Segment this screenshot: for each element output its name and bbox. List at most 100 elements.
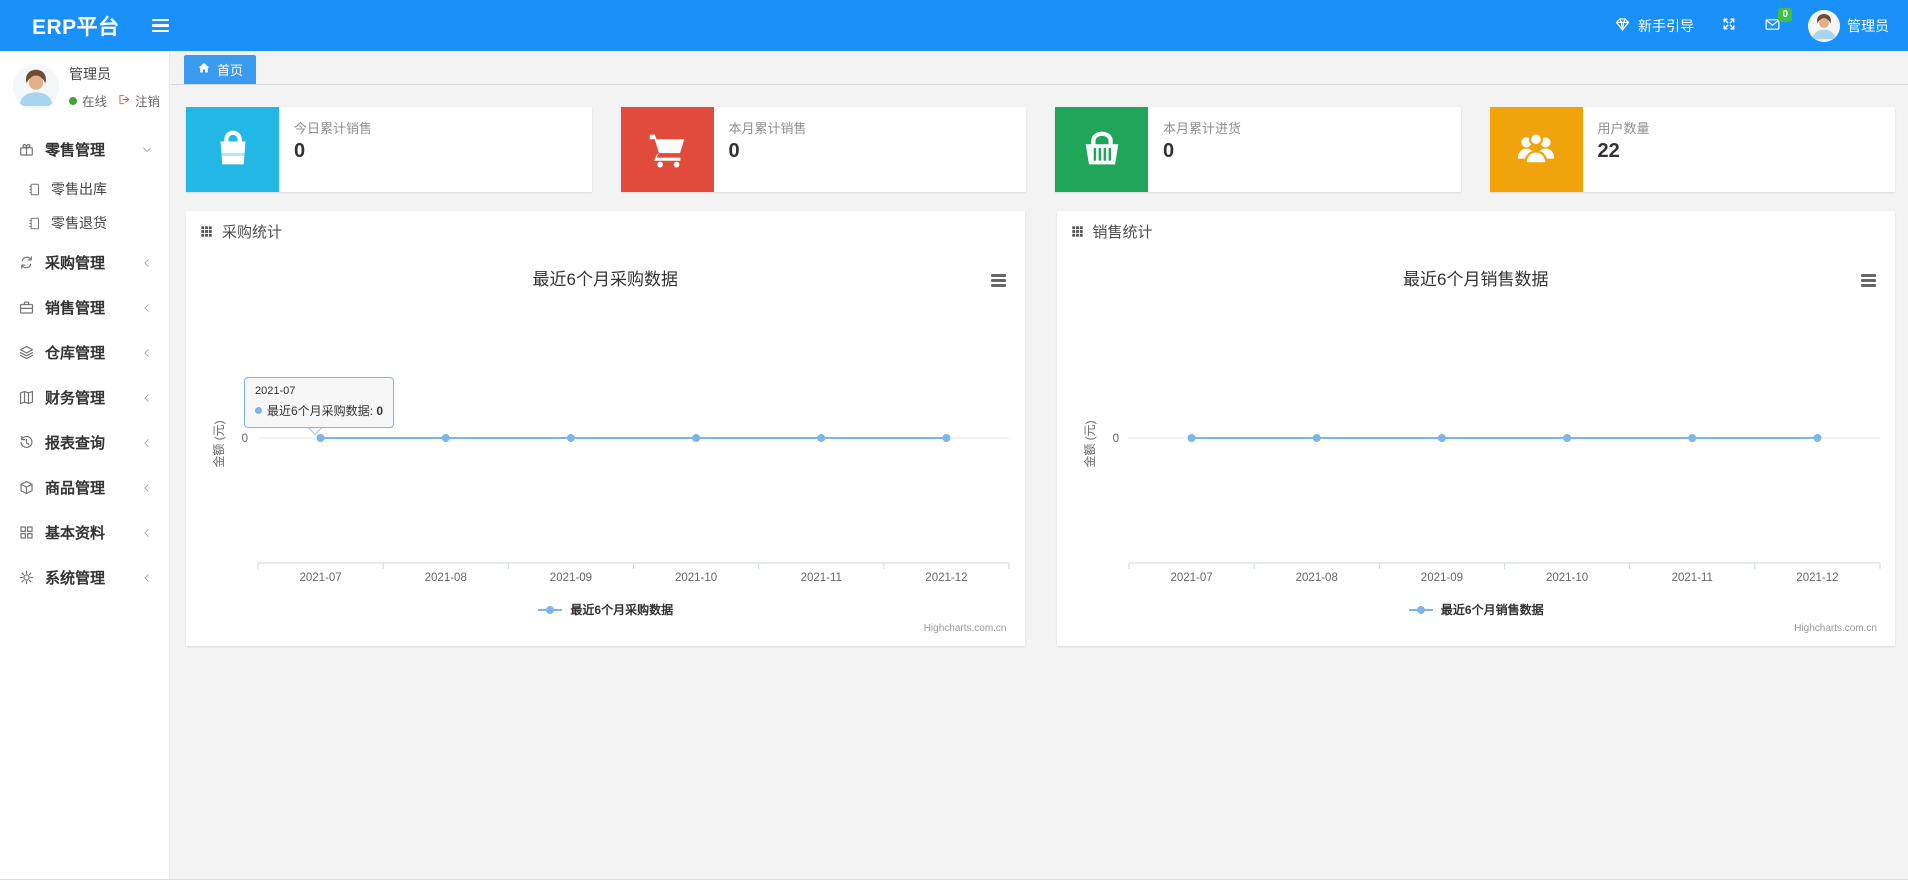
sidebar-item-label: 采购管理 bbox=[45, 255, 106, 272]
svg-text:2021-11: 2021-11 bbox=[801, 572, 842, 584]
sidebar-item-label: 财务管理 bbox=[45, 390, 106, 407]
users-icon bbox=[1517, 131, 1555, 165]
stat-card-title: 本月累计进货 bbox=[1163, 121, 1242, 136]
sidebar-item-reports[interactable]: 报表查询 bbox=[0, 420, 169, 465]
svg-text:2021-12: 2021-12 bbox=[925, 572, 967, 584]
tab-bar: 首页 bbox=[171, 51, 1908, 85]
sidebar-item-purchase[interactable]: 采购管理 bbox=[0, 240, 169, 285]
sidebar-item-system[interactable]: 系统管理 bbox=[0, 555, 169, 600]
gem-icon bbox=[1614, 16, 1631, 36]
stat-card-value: 0 bbox=[728, 140, 740, 162]
sidebar-item-label: 仓库管理 bbox=[45, 345, 106, 362]
chevron-left-icon bbox=[144, 348, 149, 357]
sidebar-item-label: 零售管理 bbox=[45, 142, 106, 159]
stat-card-value: 0 bbox=[1163, 140, 1175, 162]
logout-link[interactable]: 注销 bbox=[118, 91, 160, 110]
stat-card-month-sales: 本月累计销售 0 bbox=[620, 107, 1026, 192]
avatar-icon bbox=[13, 64, 59, 110]
guide-link[interactable]: 新手引导 bbox=[1614, 16, 1694, 36]
chart-title: 最近6个月销售数据 bbox=[1403, 270, 1549, 289]
svg-text:2021-11: 2021-11 bbox=[1671, 572, 1712, 584]
chevron-left-icon bbox=[144, 303, 149, 312]
notebook-icon bbox=[29, 183, 40, 195]
gift-icon bbox=[20, 143, 33, 156]
purchase-chart[interactable]: 最近6个月采购数据 0 金额 (元) 2021-07 2021-08 2021-09 202… bbox=[186, 251, 1025, 646]
stat-card-icon-box bbox=[1489, 107, 1583, 192]
sign-out-icon bbox=[119, 94, 130, 104]
stat-card-value: 22 bbox=[1597, 140, 1620, 162]
panel-title: 采购统计 bbox=[222, 223, 283, 241]
chevron-left-icon bbox=[144, 573, 149, 582]
grid-icon bbox=[20, 526, 33, 539]
legend-label: 最近6个月销售数据 bbox=[1440, 603, 1544, 617]
sidebar-item-sales[interactable]: 销售管理 bbox=[0, 285, 169, 330]
svg-text:2021-12: 2021-12 bbox=[1796, 572, 1838, 584]
chart-context-menu-button[interactable] bbox=[988, 271, 1009, 290]
chart-legend-item[interactable]: 最近6个月采购数据 bbox=[186, 601, 1025, 618]
sales-chart[interactable]: 最近6个月销售数据 0 金额 (元) 2021-07 2021-08 2021-09 202… bbox=[1057, 251, 1896, 646]
sales-stats-panel: 销售统计最近6个月销售数据 0 金额 (元) 2021-07 2021-08 2021-0… bbox=[1056, 211, 1896, 646]
chart-plot-area[interactable]: 0 金额 (元) 2021-07 2021-08 2021-09 2021-10 2021-… bbox=[186, 251, 1025, 646]
user-name: 管理员 bbox=[1847, 17, 1889, 34]
tooltip-series-label: 最近6个月采购数据 bbox=[267, 404, 370, 418]
sidebar-subitem-label: 零售出库 bbox=[51, 181, 107, 197]
sidebar-item-basic[interactable]: 基本资料 bbox=[0, 510, 169, 555]
highcharts-credits[interactable]: Highcharts.com.cn bbox=[924, 623, 1007, 634]
sidebar-item-goods[interactable]: 商品管理 bbox=[0, 465, 169, 510]
repeat-icon bbox=[21, 256, 32, 269]
tab-home[interactable]: 首页 bbox=[184, 55, 257, 84]
stat-card-title: 今日累计销售 bbox=[294, 121, 373, 136]
gear-icon bbox=[19, 570, 34, 585]
highcharts-credits[interactable]: Highcharts.com.cn bbox=[1794, 623, 1877, 634]
chart-panels-row: 采购统计 最近6个月采购数据 0 金额 (元) 2021-07 2021-08 2021-0… bbox=[186, 211, 1895, 646]
sidebar-item-finance[interactable]: 财务管理 bbox=[0, 375, 169, 420]
sidebar-user-panel: 管理员 在线 注销 bbox=[0, 51, 169, 123]
th-grid-icon bbox=[1071, 225, 1083, 237]
svg-text:2021-07: 2021-07 bbox=[299, 572, 341, 584]
sidebar-item-retail[interactable]: 零售管理 bbox=[0, 127, 169, 172]
sidebar-item-warehouse[interactable]: 仓库管理 bbox=[0, 330, 169, 375]
sidebar-toggle-button[interactable] bbox=[146, 13, 175, 38]
dropbox-icon bbox=[20, 480, 33, 495]
page-footer bbox=[0, 879, 1908, 889]
sidebar-user-name: 管理员 bbox=[69, 66, 111, 82]
purchase-stats-panel: 采购统计 最近6个月采购数据 0 金额 (元) 2021-07 2021-08 2021-0… bbox=[186, 211, 1025, 646]
svg-text:2021-10: 2021-10 bbox=[675, 572, 717, 584]
panel-title: 销售统计 bbox=[1092, 223, 1153, 241]
home-icon bbox=[197, 61, 211, 78]
sidebar-menu: 零售管理零售出库零售退货采购管理销售管理仓库管理财务管理报表查询商品管理基本资料… bbox=[0, 127, 169, 600]
svg-text:2021-10: 2021-10 bbox=[1545, 572, 1587, 584]
svg-text:2021-08: 2021-08 bbox=[425, 572, 467, 584]
book-icon bbox=[19, 390, 34, 405]
top-navbar: ERP平台 新手引导 0 管理员 bbox=[0, 0, 1908, 51]
svg-text:0: 0 bbox=[1112, 433, 1118, 445]
tooltip-category: 2021-07 bbox=[255, 385, 296, 397]
th-grid-icon bbox=[201, 225, 212, 237]
user-menu[interactable]: 管理员 bbox=[1808, 9, 1889, 42]
tooltip-value: 0 bbox=[376, 404, 384, 418]
chart-legend-item[interactable]: 最近6个月销售数据 bbox=[1057, 601, 1896, 618]
sidebar-item-label: 商品管理 bbox=[45, 480, 106, 497]
chart-title: 最近6个月采购数据 bbox=[532, 270, 678, 289]
sidebar-item-retail-return[interactable]: 零售退货 bbox=[0, 206, 169, 240]
series-marker-dot bbox=[255, 407, 262, 414]
layers-icon bbox=[19, 345, 34, 360]
chart-tooltip: 2021-07 最近6个月采购数据: 0 bbox=[244, 377, 395, 435]
stat-card-icon-box bbox=[186, 107, 279, 192]
legend-symbol bbox=[538, 605, 563, 614]
bag-icon bbox=[219, 130, 246, 164]
avatar bbox=[1808, 9, 1840, 42]
stat-card-icon-box bbox=[1055, 107, 1148, 192]
chart-context-menu-button[interactable] bbox=[1858, 271, 1879, 290]
fullscreen-button[interactable] bbox=[1721, 16, 1737, 35]
app-title: ERP平台 bbox=[32, 15, 120, 39]
svg-text:金额 (元): 金额 (元) bbox=[211, 420, 226, 467]
fullscreen-icon bbox=[1721, 16, 1737, 35]
sidebar-item-retail-outbound[interactable]: 零售出库 bbox=[0, 172, 169, 206]
svg-text:2021-07: 2021-07 bbox=[1170, 572, 1212, 584]
tab-home-label: 首页 bbox=[217, 63, 244, 78]
chart-plot-area[interactable]: 0 金额 (元) 2021-07 2021-08 2021-09 2021-10 2021-… bbox=[1057, 251, 1896, 646]
svg-text:2021-08: 2021-08 bbox=[1295, 572, 1337, 584]
messages-button[interactable]: 0 bbox=[1764, 7, 1792, 36]
panel-header: 采购统计 bbox=[186, 211, 1025, 251]
